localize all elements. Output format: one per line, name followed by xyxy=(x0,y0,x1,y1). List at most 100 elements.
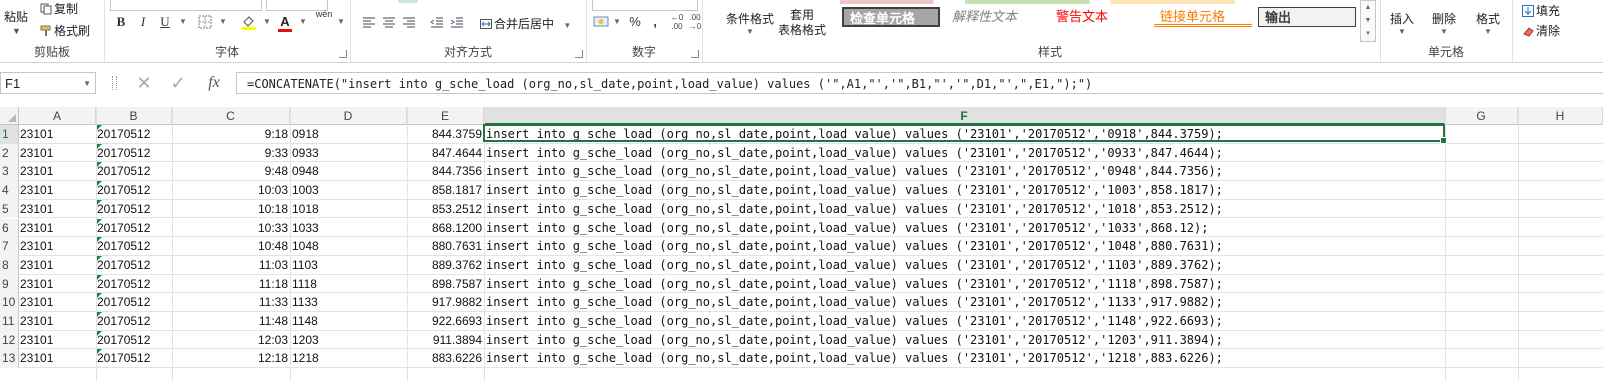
cell-b[interactable]: 20170512 xyxy=(97,162,171,180)
cell-c[interactable]: 10:18 xyxy=(172,200,288,218)
delete-button[interactable]: 删除 ▼ xyxy=(1432,10,1456,36)
cell-a[interactable]: 23101 xyxy=(20,275,95,293)
phonetic-dropdown-arrow[interactable]: ▼ xyxy=(332,13,350,31)
cancel-icon[interactable]: ✕ xyxy=(134,72,154,94)
error-indicator-icon[interactable] xyxy=(97,293,102,299)
cell-c[interactable]: 12:18 xyxy=(172,349,288,367)
cell-f[interactable]: insert into g_sche_load (org_no,sl_date,… xyxy=(486,237,1444,255)
comma-button[interactable]: , xyxy=(646,13,664,31)
cell-f[interactable]: insert into g_sche_load (org_no,sl_date,… xyxy=(486,275,1444,293)
cell-a[interactable]: 23101 xyxy=(20,181,95,199)
cell-c[interactable]: 9:48 xyxy=(172,162,288,180)
style-explanatory-text[interactable]: 解释性文本 xyxy=(946,7,1046,27)
bold-button[interactable]: B xyxy=(112,13,130,31)
cell-f[interactable]: insert into g_sche_load (org_no,sl_date,… xyxy=(486,162,1444,180)
column-header-e[interactable]: E xyxy=(407,107,484,125)
cell-c[interactable]: 11:03 xyxy=(172,256,288,274)
cell-f[interactable]: insert into g_sche_load (org_no,sl_date,… xyxy=(486,219,1444,237)
phonetic-button[interactable]: wén xyxy=(314,8,334,26)
cell-a[interactable]: 23101 xyxy=(20,256,95,274)
cell-f[interactable]: insert into g_sche_load (org_no,sl_date,… xyxy=(486,293,1444,311)
row-header[interactable]: 4 xyxy=(0,181,19,200)
error-indicator-icon[interactable] xyxy=(97,125,102,130)
insert-function-icon[interactable]: fx xyxy=(202,72,226,94)
cell-f[interactable]: insert into g_sche_load (org_no,sl_date,… xyxy=(486,125,1444,143)
column-header-b[interactable]: B xyxy=(96,107,172,125)
decrease-decimal-button[interactable]: .00 →0 xyxy=(686,13,704,31)
cell-b[interactable]: 20170512 xyxy=(97,218,171,237)
column-header-f[interactable]: F xyxy=(484,107,1445,125)
cell-f[interactable]: insert into g_sche_load (org_no,sl_date,… xyxy=(486,200,1444,218)
error-indicator-icon[interactable] xyxy=(97,237,102,243)
cell-b[interactable]: 20170512 xyxy=(97,255,171,274)
cell-e[interactable]: 922.6693 xyxy=(409,312,482,330)
cell-b[interactable]: 20170512 xyxy=(97,312,171,330)
row-header[interactable]: 2 xyxy=(0,143,19,163)
row-header[interactable]: 7 xyxy=(0,237,19,256)
format-painter-button[interactable]: 格式刷 xyxy=(40,22,90,39)
cell-d[interactable]: 1118 xyxy=(292,275,408,293)
cell-c[interactable]: 9:33 xyxy=(172,144,288,162)
cell-c[interactable]: 11:33 xyxy=(172,293,288,311)
cell-d[interactable]: 1218 xyxy=(292,349,408,367)
style-output[interactable]: 输出 xyxy=(1258,7,1356,27)
row-header[interactable]: 11 xyxy=(0,312,19,331)
italic-button[interactable]: I xyxy=(134,13,152,31)
accounting-dropdown-arrow[interactable]: ▼ xyxy=(608,13,626,31)
column-header-h[interactable]: H xyxy=(1518,107,1603,125)
row-header[interactable]: 5 xyxy=(0,199,19,219)
cell-c[interactable]: 10:03 xyxy=(172,181,288,199)
column-header-c[interactable]: C xyxy=(172,107,290,125)
number-format-combo[interactable] xyxy=(592,0,698,11)
formula-bar-grip[interactable] xyxy=(112,76,117,90)
conditional-formatting-button[interactable]: 条件格式 ▼ xyxy=(726,10,774,36)
align-left-button[interactable] xyxy=(360,13,378,31)
cell-a[interactable]: 23101 xyxy=(20,293,95,311)
font-color-dropdown-arrow[interactable]: ▼ xyxy=(294,13,312,31)
row-header[interactable]: 1 xyxy=(0,125,19,144)
cell-d[interactable]: 1033 xyxy=(292,219,408,237)
cell-a[interactable]: 23101 xyxy=(20,162,95,180)
alignment-dialog-launcher[interactable] xyxy=(575,50,583,58)
decrease-indent-button[interactable] xyxy=(428,13,446,31)
cell-c[interactable]: 10:33 xyxy=(172,219,288,237)
format-as-table-button[interactable]: 套用 表格格式 xyxy=(778,8,826,38)
number-dialog-launcher[interactable] xyxy=(691,50,699,58)
cell-c[interactable]: 10:48 xyxy=(172,237,288,255)
cell-f[interactable]: insert into g_sche_load (org_no,sl_date,… xyxy=(486,331,1444,349)
cell-f[interactable]: insert into g_sche_load (org_no,sl_date,… xyxy=(486,349,1444,367)
style-check-cell[interactable]: 检查单元格 xyxy=(842,7,940,27)
cell-f[interactable]: insert into g_sche_load (org_no,sl_date,… xyxy=(486,181,1444,199)
style-warning-text[interactable]: 警告文本 xyxy=(1050,7,1150,27)
row-header[interactable]: 12 xyxy=(0,330,19,350)
row-header[interactable]: 3 xyxy=(0,162,19,182)
column-header-g[interactable]: G xyxy=(1445,107,1518,125)
cell-b[interactable]: 20170512 xyxy=(97,181,171,199)
font-dialog-launcher[interactable] xyxy=(339,50,347,58)
align-center-button[interactable] xyxy=(380,13,398,31)
cell-a[interactable]: 23101 xyxy=(20,331,95,349)
increase-decimal-button[interactable]: ←0.00 xyxy=(668,13,686,31)
cell-e[interactable]: 868.1200 xyxy=(409,219,482,237)
cell-e[interactable]: 917.9882 xyxy=(409,293,482,311)
cell-a[interactable]: 23101 xyxy=(20,125,95,143)
cell-b[interactable]: 20170512 xyxy=(97,349,171,367)
font-name-combo[interactable] xyxy=(110,0,262,11)
cell-e[interactable]: 844.3759 xyxy=(409,125,482,143)
cell-a[interactable]: 23101 xyxy=(20,349,95,367)
cell-b[interactable]: 20170512 xyxy=(97,237,171,255)
error-indicator-icon[interactable] xyxy=(97,312,102,317)
cell-b[interactable]: 20170512 xyxy=(97,330,171,349)
select-all-corner[interactable] xyxy=(0,107,19,125)
cell-c[interactable]: 11:48 xyxy=(172,312,288,330)
cell-d[interactable]: 0918 xyxy=(292,125,408,143)
cell-b[interactable]: 20170512 xyxy=(97,293,171,311)
insert-button[interactable]: 插入 ▼ xyxy=(1390,10,1414,36)
cell-f[interactable]: insert into g_sche_load (org_no,sl_date,… xyxy=(486,144,1444,162)
cell-d[interactable]: 0948 xyxy=(292,162,408,180)
cell-c[interactable]: 11:18 xyxy=(172,275,288,293)
fill-color-button[interactable] xyxy=(240,13,258,31)
row-header[interactable]: 6 xyxy=(0,218,19,238)
cell-d[interactable]: 1148 xyxy=(292,312,408,330)
cell-d[interactable]: 1103 xyxy=(292,256,408,274)
